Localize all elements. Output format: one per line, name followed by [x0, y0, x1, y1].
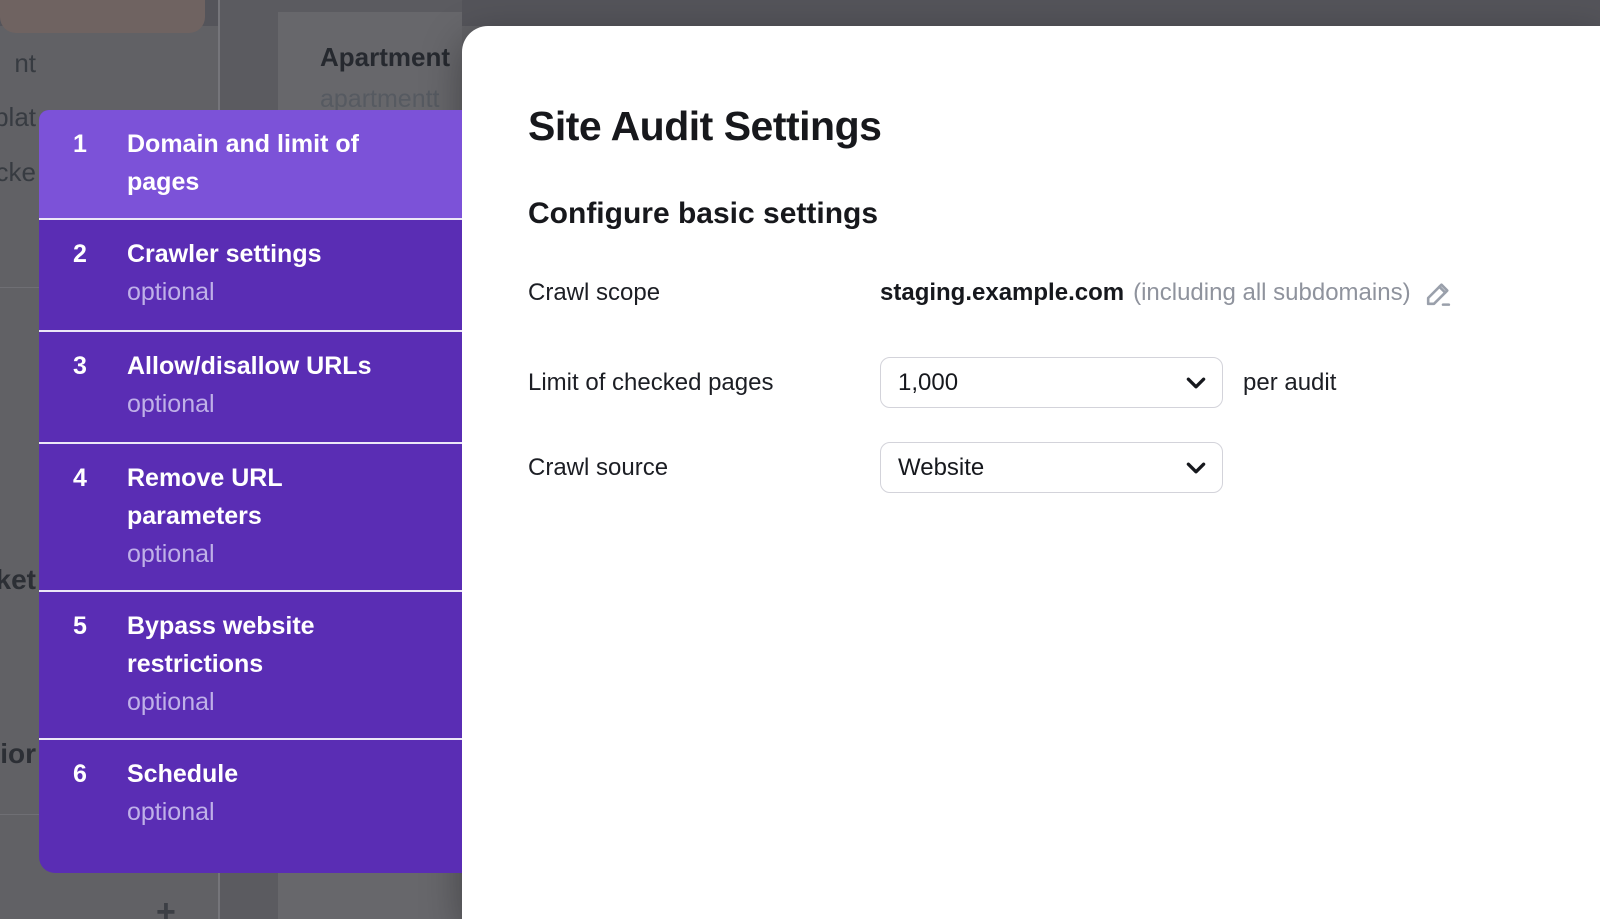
section-heading: Configure basic settings: [528, 196, 1600, 232]
dimmed-tab-block: [0, 0, 205, 33]
step-title: Domain and limit of pages: [127, 125, 387, 201]
limit-of-pages-value: 1,000: [898, 369, 958, 397]
chevron-down-icon: [1186, 462, 1206, 474]
modal-title: Site Audit Settings: [528, 102, 1600, 150]
step-crawler-settings[interactable]: 2 Crawler settings optional: [39, 218, 462, 330]
step-optional-label: optional: [127, 385, 452, 423]
wizard-step-list: 1 Domain and limit of pages 2 Crawler se…: [39, 110, 462, 873]
crawl-scope-note: (including all subdomains): [1133, 279, 1410, 307]
step-domain-and-limit[interactable]: 1 Domain and limit of pages: [39, 110, 462, 218]
step-optional-label: optional: [127, 683, 452, 721]
crawl-scope-value: staging.example.com: [880, 279, 1124, 307]
step-number: 1: [39, 125, 127, 201]
step-title: Schedule: [127, 755, 387, 793]
step-allow-disallow-urls[interactable]: 3 Allow/disallow URLs optional: [39, 330, 462, 442]
pencil-icon: [1423, 278, 1454, 309]
step-optional-label: optional: [127, 273, 452, 311]
step-optional-label: optional: [127, 535, 452, 573]
crawl-source-select[interactable]: Website: [880, 442, 1223, 493]
edit-crawl-scope-button[interactable]: [1423, 278, 1454, 309]
bg-text-fragment: nt: [0, 48, 38, 82]
crawl-source-label: Crawl source: [528, 454, 880, 482]
step-remove-url-parameters[interactable]: 4 Remove URL parameters optional: [39, 442, 462, 590]
crawl-source-value: Website: [898, 454, 984, 482]
step-number: 4: [39, 459, 127, 573]
bg-text-fragment: ket: [0, 564, 38, 598]
step-title: Remove URL parameters: [127, 459, 387, 535]
bg-card-title: Apartment: [320, 42, 462, 73]
crawl-scope-label: Crawl scope: [528, 279, 880, 307]
limit-suffix-text: per audit: [1243, 369, 1336, 397]
step-number: 5: [39, 607, 127, 721]
step-schedule[interactable]: 6 Schedule optional: [39, 738, 462, 873]
step-optional-label: optional: [127, 793, 452, 831]
step-number: 2: [39, 235, 127, 313]
crawl-source-row: Crawl source Website: [528, 442, 1600, 493]
limit-of-pages-select[interactable]: 1,000: [880, 357, 1223, 408]
bg-text-fragment: plat: [0, 102, 38, 136]
step-number: 6: [39, 755, 127, 847]
bg-text-fragment: cke: [0, 157, 38, 191]
step-bypass-website-restrictions[interactable]: 5 Bypass website restrictions optional: [39, 590, 462, 738]
step-title: Allow/disallow URLs: [127, 347, 387, 385]
step-number: 3: [39, 347, 127, 425]
bg-plus-fragment: +: [156, 893, 176, 919]
bg-text-fragment: tior: [0, 738, 38, 772]
limit-of-pages-row: Limit of checked pages 1,000 per audit: [528, 357, 1600, 408]
step-title: Crawler settings: [127, 235, 387, 273]
limit-of-pages-label: Limit of checked pages: [528, 369, 880, 397]
chevron-down-icon: [1186, 377, 1206, 389]
crawl-scope-row: Crawl scope staging.example.com (includi…: [528, 268, 1600, 318]
site-audit-settings-modal: Site Audit Settings Configure basic sett…: [462, 26, 1600, 919]
step-title: Bypass website restrictions: [127, 607, 387, 683]
